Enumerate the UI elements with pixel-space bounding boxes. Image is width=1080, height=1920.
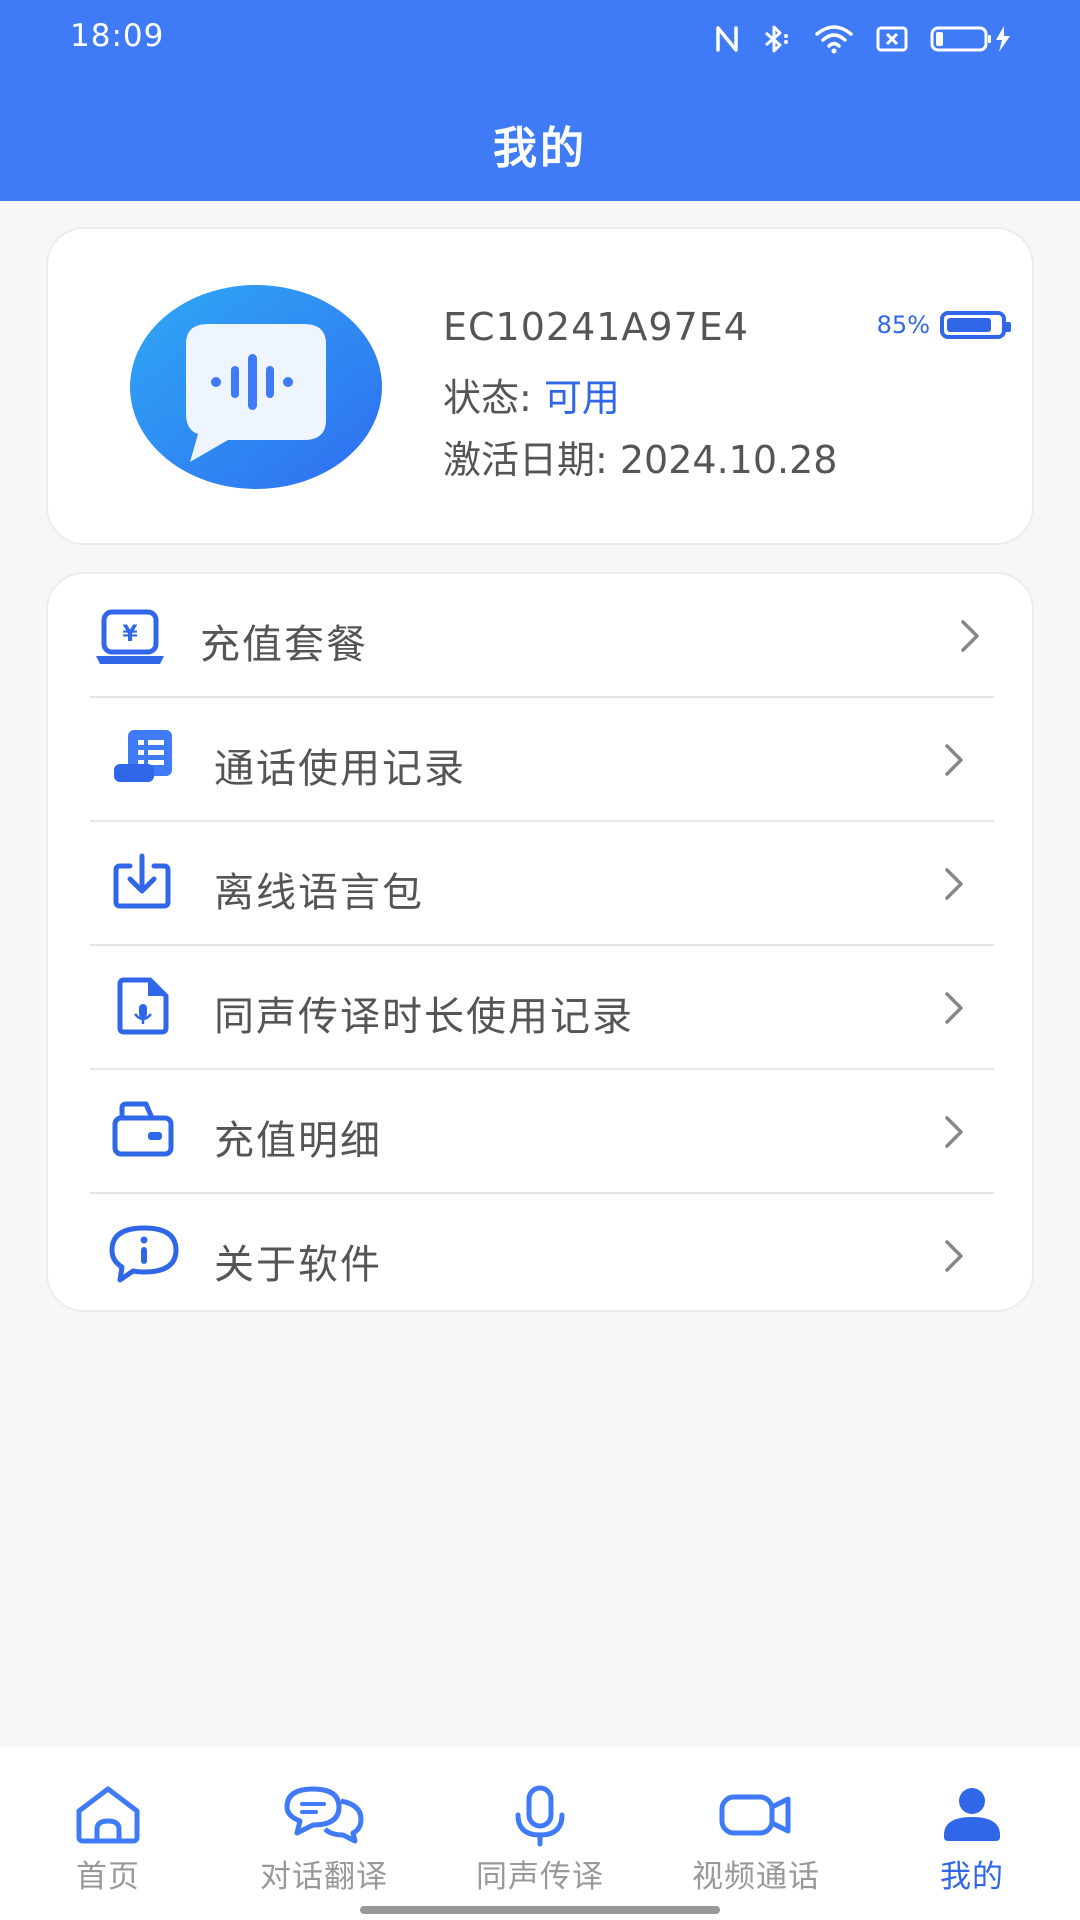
- bottom-tab-bar: 首页 对话翻译 同声传译 视频通话 我的: [0, 1747, 1080, 1920]
- home-icon: [76, 1786, 140, 1844]
- wallet-icon: [112, 1101, 174, 1157]
- info-icon: [109, 1225, 179, 1283]
- menu-label: 充值明细: [214, 1118, 382, 1164]
- battery-indicator: 85%: [876, 311, 1011, 339]
- status-label: 状态:: [443, 376, 544, 420]
- menu-item-call-record[interactable]: 通话使用记录: [48, 698, 1032, 822]
- battery-percent: 85%: [876, 311, 930, 339]
- header-bar: 18:09 我的: [0, 0, 1080, 201]
- device-id: EC10241A97E4: [443, 305, 749, 349]
- tab-video-call[interactable]: 视频通话: [676, 1747, 836, 1920]
- tab-simultaneous-interpretation[interactable]: 同声传译: [460, 1747, 620, 1920]
- status-time: 18:09: [70, 18, 165, 54]
- status-icons: [714, 22, 1014, 56]
- tab-label: 视频通话: [692, 1859, 820, 1895]
- tab-label: 同声传译: [476, 1859, 604, 1895]
- nfc-icon: [716, 26, 738, 52]
- menu-label: 同声传译时长使用记录: [214, 994, 634, 1040]
- menu-card: ¥ 充值套餐 通话使用记录 离线语言包 同声传译时长使用记录 充值明细 关于软件: [46, 572, 1034, 1312]
- battery-tip: [1006, 322, 1011, 332]
- video-icon: [719, 1794, 791, 1836]
- call-record-icon: [114, 730, 172, 782]
- menu-label: 关于软件: [214, 1242, 382, 1288]
- menu-item-offline-language-pack[interactable]: 离线语言包: [48, 822, 1032, 946]
- battery-status-icon: [930, 26, 1010, 52]
- chevron-right-icon: [945, 1116, 963, 1148]
- interpret-record-icon: [117, 977, 169, 1035]
- device-status: 状态: 可用: [443, 367, 620, 422]
- status-value: 可用: [543, 376, 620, 420]
- home-indicator[interactable]: [360, 1906, 720, 1914]
- menu-item-interpretation-record[interactable]: 同声传译时长使用记录: [48, 946, 1032, 1070]
- sim-icon: [876, 26, 908, 52]
- menu-label: 通话使用记录: [214, 746, 466, 792]
- chevron-right-icon: [945, 992, 963, 1024]
- bluetooth-icon: [765, 25, 788, 53]
- device-card: EC10241A97E4 85% 状态: 可用 激活日期: 2024.10.28: [46, 227, 1034, 545]
- activation-date: 激活日期: 2024.10.28: [443, 438, 838, 482]
- tab-home[interactable]: 首页: [38, 1747, 178, 1920]
- chevron-right-icon: [945, 1240, 963, 1272]
- download-icon: [113, 853, 171, 909]
- person-icon: [944, 1788, 1000, 1841]
- menu-label: 充值套餐: [200, 622, 368, 668]
- chat-icon: [284, 1786, 364, 1844]
- chevron-right-icon: [945, 868, 963, 900]
- chevron-right-icon: [945, 744, 963, 776]
- battery-icon: [940, 311, 1011, 339]
- menu-label: 离线语言包: [214, 870, 424, 916]
- tab-label: 首页: [76, 1859, 140, 1895]
- tab-mine[interactable]: 我的: [902, 1747, 1042, 1920]
- recharge-icon: ¥: [96, 609, 164, 664]
- app-logo-icon: [130, 285, 382, 489]
- tab-chat-translate[interactable]: 对话翻译: [244, 1747, 404, 1920]
- menu-item-about[interactable]: 关于软件: [48, 1194, 1032, 1310]
- chevron-right-icon: [961, 620, 979, 652]
- wifi-icon: [815, 25, 853, 54]
- menu-item-recharge-details[interactable]: 充值明细: [48, 1070, 1032, 1194]
- svg-text:¥: ¥: [122, 622, 138, 647]
- microphone-icon: [515, 1785, 565, 1847]
- tab-label: 对话翻译: [260, 1859, 388, 1895]
- battery-fill: [947, 318, 991, 332]
- tab-label: 我的: [940, 1859, 1004, 1895]
- menu-item-recharge-plan[interactable]: ¥ 充值套餐: [48, 574, 1032, 698]
- page-title: 我的: [493, 123, 587, 174]
